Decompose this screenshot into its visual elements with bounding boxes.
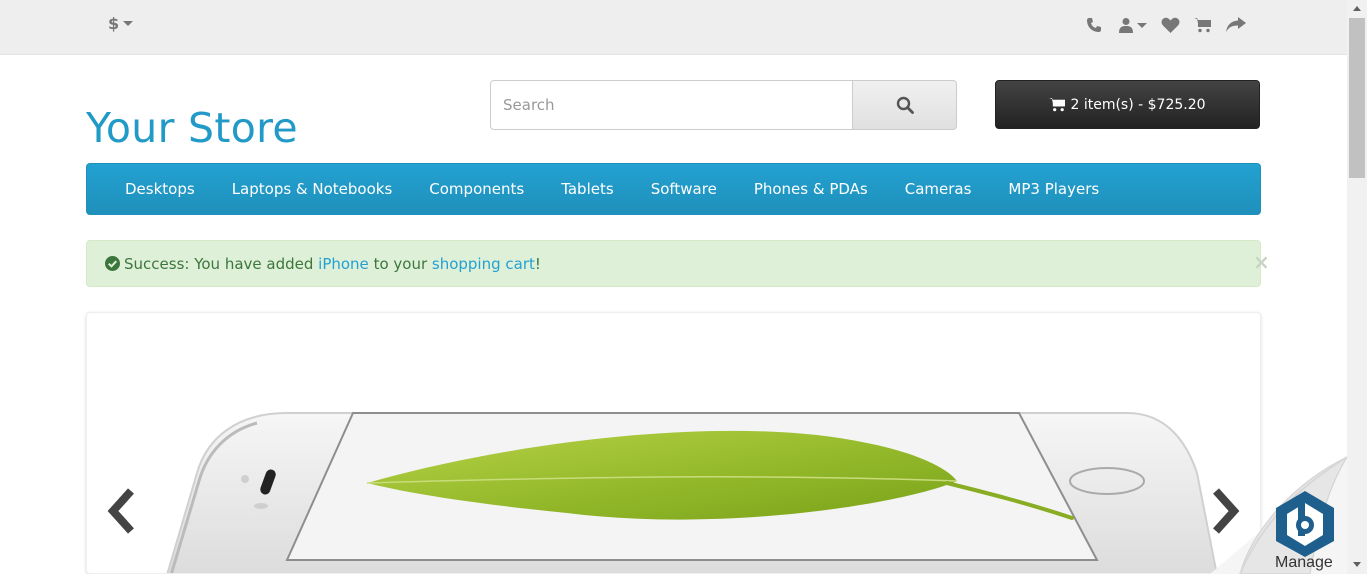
alert-middle: to your (368, 254, 432, 273)
menu-item-components[interactable]: Components (429, 180, 524, 198)
check-circle-icon (105, 256, 120, 271)
search-input[interactable] (490, 80, 853, 130)
currency-symbol: $ (108, 14, 120, 33)
category-menu: Desktops Laptops & Notebooks Components … (86, 163, 1261, 215)
scroll-up-arrow-icon[interactable] (1347, 0, 1367, 17)
caret-down-icon (1137, 22, 1147, 28)
menu-item-software[interactable]: Software (651, 180, 717, 198)
caret-down-icon (123, 21, 134, 26)
slideshow (86, 312, 1261, 574)
cart-icon (1049, 97, 1066, 112)
shopping-cart-link[interactable] (1194, 14, 1212, 36)
menu-item-laptops-notebooks[interactable]: Laptops & Notebooks (232, 180, 393, 198)
top-links (1086, 14, 1246, 36)
store-logo[interactable]: Your Store (86, 104, 298, 152)
wishlist-link[interactable] (1161, 14, 1180, 36)
top-bar: $ (0, 0, 1347, 55)
cart-button[interactable]: 2 item(s) - $725.20 (995, 80, 1260, 129)
currency-dropdown[interactable]: $ (108, 14, 134, 33)
alert-close-button[interactable]: × (1253, 252, 1270, 272)
product-link[interactable]: iPhone (318, 255, 369, 273)
account-dropdown[interactable] (1118, 14, 1147, 36)
slide-image (166, 412, 1218, 573)
search-button[interactable] (853, 80, 957, 130)
menu-item-cameras[interactable]: Cameras (905, 180, 972, 198)
alert-prefix: Success: You have added (124, 254, 319, 273)
menu-item-phones-pdas[interactable]: Phones & PDAs (754, 180, 868, 198)
heart-icon (1161, 17, 1180, 33)
success-alert: Success: You have added iPhone to your s… (86, 240, 1261, 287)
phone-icon (1087, 18, 1101, 32)
cart-icon (1194, 18, 1211, 33)
cart-total: 2 item(s) - $725.20 (1070, 96, 1206, 113)
checkout-link[interactable] (1226, 14, 1246, 36)
search-icon (896, 96, 914, 114)
menu-item-mp3-players[interactable]: MP3 Players (1008, 180, 1099, 198)
scroll-down-arrow-icon[interactable] (1347, 556, 1367, 573)
user-icon (1119, 18, 1133, 33)
scrollbar-thumb[interactable] (1349, 18, 1365, 178)
alert-suffix: ! (534, 254, 541, 273)
manage-label[interactable]: Manage (1275, 554, 1333, 572)
menu-item-tablets[interactable]: Tablets (561, 180, 614, 198)
menu-item-desktops[interactable]: Desktops (125, 180, 195, 198)
share-icon (1226, 17, 1246, 32)
page-scrollbar[interactable] (1347, 0, 1367, 574)
shopping-cart-link[interactable]: shopping cart (432, 255, 535, 273)
phone-link[interactable] (1086, 14, 1102, 36)
prev-slide-arrow-icon[interactable] (107, 488, 137, 534)
search-group (490, 80, 957, 130)
